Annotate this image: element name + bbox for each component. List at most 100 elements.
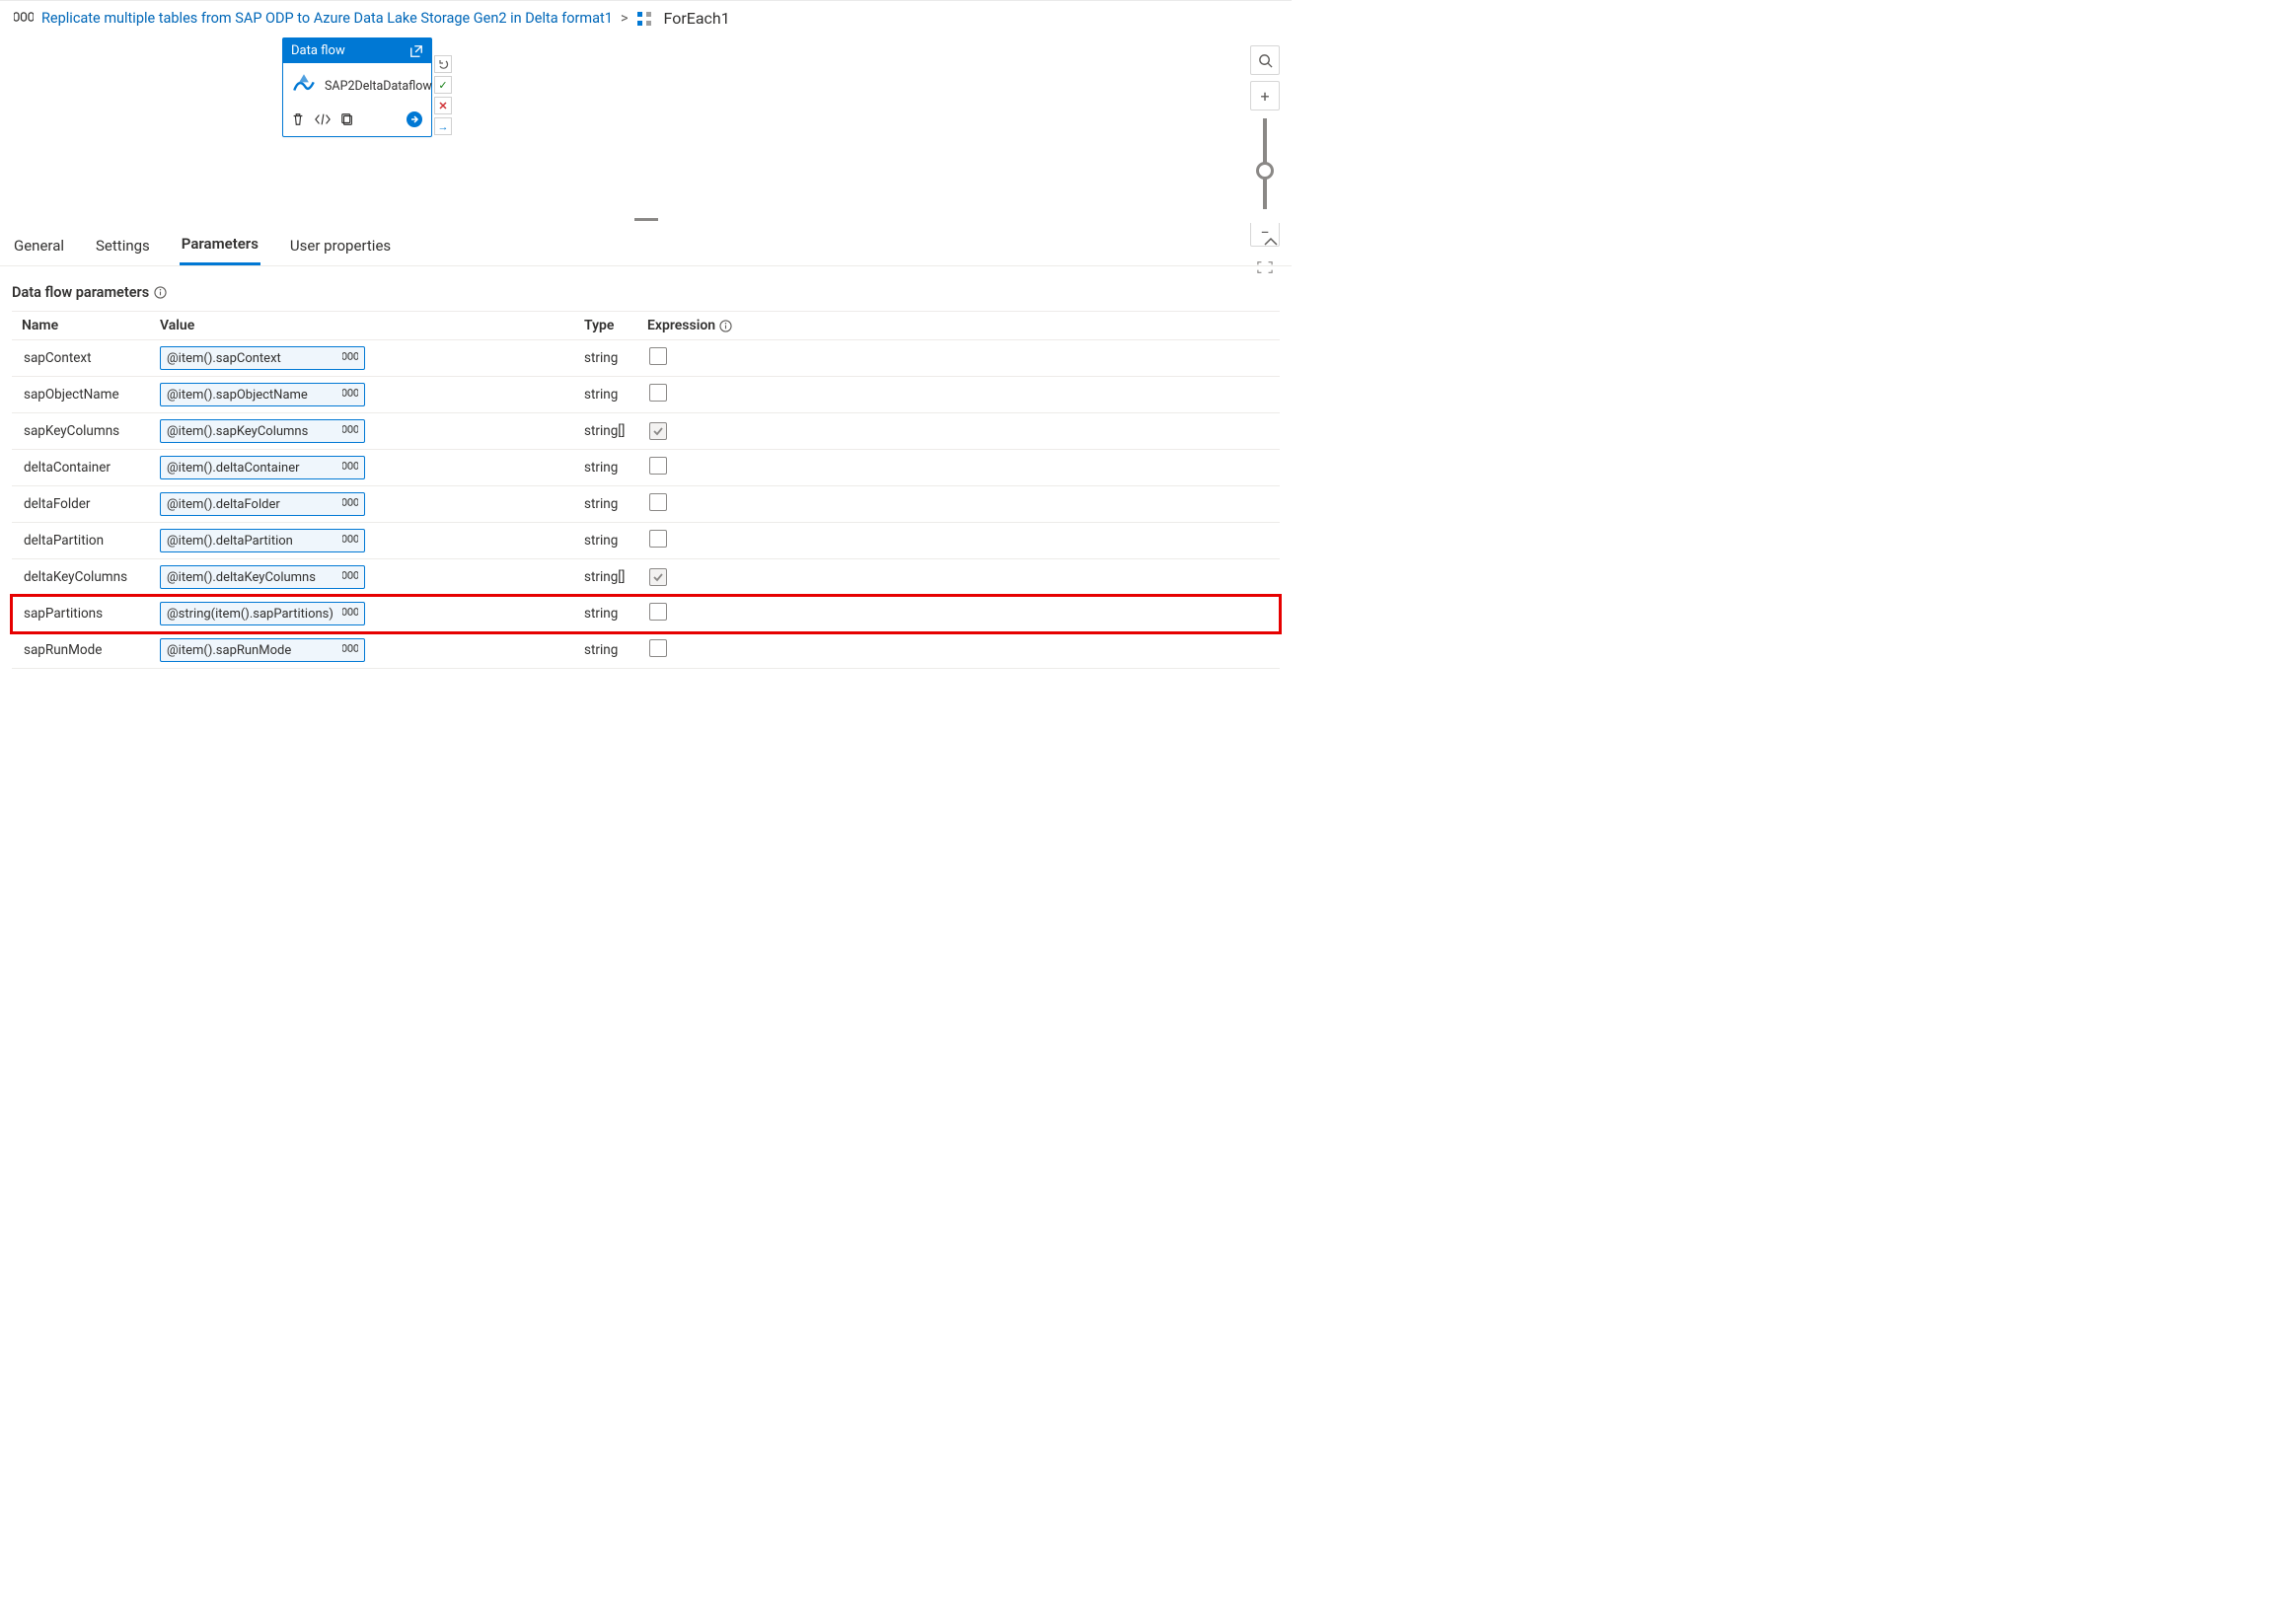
param-value-cell: @item().sapKeyColumns [160, 419, 584, 443]
param-expression-cell [647, 422, 728, 441]
dynamic-content-icon[interactable] [342, 606, 358, 622]
zoom-in-icon[interactable]: + [1250, 81, 1280, 110]
param-type: string [584, 533, 647, 549]
param-type: string[] [584, 569, 647, 585]
expression-checkbox[interactable] [649, 493, 667, 511]
param-value-input[interactable]: @item().deltaPartition [160, 529, 365, 552]
expression-checkbox[interactable] [649, 384, 667, 402]
param-value-cell: @item().sapContext [160, 346, 584, 370]
param-value-text: @item().sapKeyColumns [167, 424, 308, 439]
expression-checkbox[interactable] [649, 639, 667, 657]
param-value-text: @string(item().sapPartitions) [167, 607, 333, 622]
expression-checkbox[interactable] [649, 347, 667, 365]
param-name: deltaFolder [22, 496, 160, 512]
activity-name-label: SAP2DeltaDataflow [325, 79, 432, 94]
param-value-input[interactable]: @item().sapObjectName [160, 383, 365, 406]
param-name: sapObjectName [22, 387, 160, 403]
tab-settings[interactable]: Settings [94, 233, 152, 264]
param-value-text: @item().deltaFolder [167, 497, 280, 512]
param-value-cell: @item().sapRunMode [160, 638, 584, 662]
activity-card-header: Data flow [283, 38, 431, 63]
param-value-input[interactable]: @item().deltaKeyColumns [160, 565, 365, 589]
search-icon[interactable] [1250, 45, 1280, 75]
activity-type-label: Data flow [291, 43, 345, 58]
table-header: Name Value Type Expression [12, 311, 1280, 340]
param-value-input[interactable]: @item().sapContext [160, 346, 365, 370]
param-type: string [584, 606, 647, 622]
dynamic-content-icon[interactable] [342, 569, 358, 585]
table-row: deltaContainer@item().deltaContainerstri… [12, 450, 1280, 486]
activity-card-body: SAP2DeltaDataflow [283, 63, 431, 105]
pipeline-icon [14, 10, 34, 28]
breadcrumb-link-pipeline[interactable]: Replicate multiple tables from SAP ODP t… [41, 10, 613, 27]
success-handle-icon[interactable]: ✓ [434, 76, 452, 94]
arrow-right-icon[interactable] [406, 110, 423, 128]
tab-general[interactable]: General [12, 233, 66, 264]
param-expression-cell [647, 530, 728, 551]
undo-handle-icon[interactable] [434, 55, 452, 73]
param-value-cell: @item().deltaFolder [160, 492, 584, 516]
zoom-slider[interactable] [1263, 118, 1267, 209]
breadcrumb-current: ForEach1 [664, 9, 730, 28]
dataflow-activity-card[interactable]: Data flow SAP2DeltaDataflow [282, 37, 432, 137]
param-value-text: @item().deltaPartition [167, 534, 293, 549]
parameters-table: Name Value Type Expression sapContext @it… [12, 311, 1280, 669]
info-icon[interactable] [154, 286, 167, 299]
param-type: string [584, 387, 647, 403]
breadcrumb-separator: > [621, 10, 629, 27]
code-icon[interactable] [315, 112, 331, 126]
param-name: sapContext [22, 350, 160, 366]
param-value-cell: @item().sapObjectName [160, 383, 584, 406]
info-icon[interactable] [719, 320, 732, 332]
parameters-pane: Data flow parameters Name Value Type Exp… [0, 266, 1292, 669]
section-title-text: Data flow parameters [12, 284, 149, 301]
dynamic-content-icon[interactable] [342, 642, 358, 658]
param-value-input[interactable]: @string(item().sapPartitions) [160, 602, 365, 625]
activity-output-handles: ✓ ✕ → [434, 55, 452, 135]
param-type: string[] [584, 423, 647, 439]
tab-parameters[interactable]: Parameters [180, 231, 260, 265]
tab-user-properties[interactable]: User properties [288, 233, 393, 264]
expression-checkbox[interactable] [649, 603, 667, 621]
param-value-text: @item().deltaKeyColumns [167, 570, 316, 585]
dynamic-content-icon[interactable] [342, 496, 358, 512]
param-type: string [584, 350, 647, 366]
param-value-input[interactable]: @item().sapKeyColumns [160, 419, 365, 443]
expression-checkbox [649, 422, 667, 440]
param-value-text: @item().sapContext [167, 351, 281, 366]
completion-handle-icon[interactable]: → [434, 117, 452, 135]
param-value-input[interactable]: @item().deltaFolder [160, 492, 365, 516]
open-external-icon[interactable] [409, 44, 423, 58]
dynamic-content-icon[interactable] [342, 387, 358, 403]
dynamic-content-icon[interactable] [342, 533, 358, 549]
failure-handle-icon[interactable]: ✕ [434, 97, 452, 114]
zoom-thumb[interactable] [1256, 162, 1274, 180]
delete-icon[interactable] [291, 112, 305, 126]
expression-checkbox[interactable] [649, 530, 667, 548]
col-header-name: Name [22, 318, 160, 333]
param-expression-cell [647, 457, 728, 478]
dynamic-content-icon[interactable] [342, 460, 358, 476]
param-expression-cell [647, 568, 728, 587]
col-header-type: Type [584, 318, 647, 333]
param-value-input[interactable]: @item().deltaContainer [160, 456, 365, 479]
table-row: deltaFolder @item().deltaFolder string [12, 486, 1280, 523]
dynamic-content-icon[interactable] [342, 350, 358, 366]
param-value-cell: @string(item().sapPartitions) [160, 602, 584, 625]
canvas-area[interactable]: Data flow SAP2DeltaDataflow [0, 36, 1292, 217]
param-type: string [584, 460, 647, 476]
table-row: sapRunMode@item().sapRunModestring [12, 632, 1280, 669]
copy-icon[interactable] [340, 112, 354, 126]
table-row: deltaPartition@item().deltaPartitionstri… [12, 523, 1280, 559]
expression-checkbox [649, 568, 667, 586]
col-header-expression: Expression [647, 318, 728, 333]
chevron-up-icon[interactable] [1264, 233, 1278, 251]
param-name: sapKeyColumns [22, 423, 160, 439]
dynamic-content-icon[interactable] [342, 423, 358, 439]
table-row: sapKeyColumns @item().sapKeyColumns string… [12, 413, 1280, 450]
property-tabs: General Settings Parameters User propert… [0, 223, 1292, 266]
section-title: Data flow parameters [12, 284, 1280, 301]
param-value-input[interactable]: @item().sapRunMode [160, 638, 365, 662]
param-type: string [584, 496, 647, 512]
expression-checkbox[interactable] [649, 457, 667, 475]
